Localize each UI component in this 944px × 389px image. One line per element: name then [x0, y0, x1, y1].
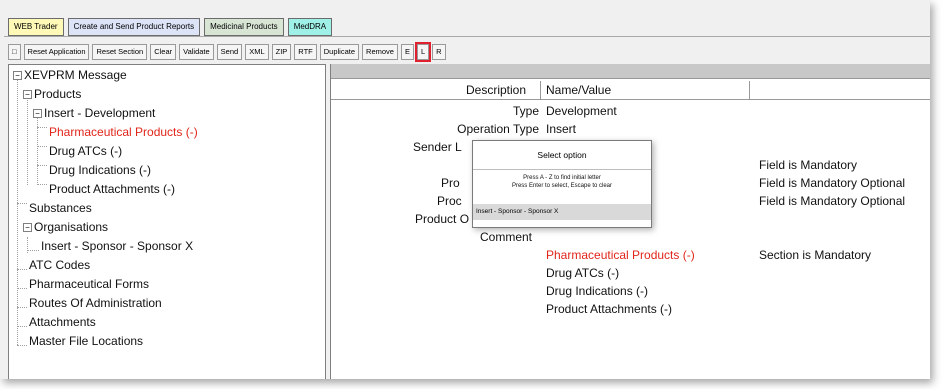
- tree-connector: [17, 203, 27, 204]
- tree-panel: − XEVPRM Message − Products − Insert - D…: [8, 64, 326, 379]
- tree-connector: [27, 93, 28, 185]
- e-button[interactable]: E: [400, 44, 414, 60]
- tree-connector: [17, 77, 18, 345]
- type-value: Development: [546, 104, 617, 118]
- operation-type-value: Insert: [546, 122, 577, 136]
- product-o-label-partial: Product O: [415, 212, 470, 226]
- operation-type-label: Operation Type: [457, 122, 539, 136]
- remove-button[interactable]: Remove: [362, 44, 398, 60]
- detail-header-row: Description Name/Value: [331, 81, 930, 100]
- column-separator: [749, 81, 750, 99]
- tree-connector: [37, 184, 47, 185]
- pro-label-partial: Pro: [441, 176, 460, 190]
- tree-connector: [17, 326, 27, 327]
- tab-meddra[interactable]: MedDRA: [287, 18, 333, 36]
- collapse-toggle-icon[interactable]: −: [23, 223, 32, 232]
- tree-connector: [37, 146, 47, 147]
- column-separator: [540, 81, 541, 99]
- detail-panel-top-bar: [331, 64, 930, 79]
- toolbar: □ Reset Application Reset Section Clear …: [8, 42, 446, 62]
- application-window: WEB Trader Create and Send Product Repor…: [0, 0, 930, 379]
- tree-connector: [17, 307, 27, 308]
- tree-item-insert-development[interactable]: Insert - Development: [44, 105, 155, 121]
- tree-connector: [37, 109, 38, 185]
- tab-create-and-send-product-reports[interactable]: Create and Send Product Reports: [67, 18, 201, 36]
- tree-connector: [27, 250, 39, 251]
- tree-item-drug-atcs[interactable]: Drug ATCs (-): [49, 143, 122, 159]
- tab-divider: [4, 36, 930, 37]
- tab-web-trader[interactable]: WEB Trader: [8, 18, 64, 36]
- popup-title: Select option: [473, 141, 651, 170]
- comment-label: Comment: [480, 230, 533, 244]
- reset-application-button[interactable]: Reset Application: [23, 44, 90, 60]
- sub-pharmaceutical-products[interactable]: Pharmaceutical Products (-): [546, 246, 695, 264]
- tree-item-routes-of-administration[interactable]: Routes Of Administration: [29, 295, 162, 311]
- tree-item-atc-codes[interactable]: ATC Codes: [29, 257, 90, 273]
- r-button[interactable]: R: [432, 44, 446, 60]
- tree-connector: [37, 127, 47, 128]
- sub-product-attachments[interactable]: Product Attachments (-): [546, 300, 672, 318]
- field-optional-note: Field is Mandatory Optional: [759, 176, 906, 190]
- field-optional-note: Field is Mandatory Optional: [759, 194, 906, 208]
- tree-connector: [17, 288, 27, 289]
- send-button[interactable]: Send: [216, 44, 243, 60]
- type-label: Type: [512, 104, 539, 118]
- validate-button[interactable]: Validate: [179, 44, 214, 60]
- clear-button[interactable]: Clear: [150, 44, 177, 60]
- popup-option-insert-sponsor[interactable]: Insert - Sponsor - Sponsor X: [473, 204, 651, 220]
- collapse-button[interactable]: □: [8, 44, 21, 60]
- tree-item-pharmaceutical-products[interactable]: Pharmaceutical Products (-): [49, 124, 198, 140]
- duplicate-button[interactable]: Duplicate: [319, 44, 360, 60]
- tree-connector: [17, 269, 27, 270]
- l-button[interactable]: L: [414, 42, 432, 62]
- tree-item-substances[interactable]: Substances: [29, 200, 92, 216]
- collapse-toggle-icon[interactable]: −: [13, 71, 22, 80]
- xml-button[interactable]: XML: [245, 44, 269, 60]
- sender-label-partial: Sender L: [413, 140, 462, 154]
- popup-help-text: Press A - Z to find initial letter Press…: [473, 174, 651, 190]
- tree-connector: [37, 165, 47, 166]
- rtf-button[interactable]: RTF: [294, 44, 317, 60]
- tree-item-organisations[interactable]: Organisations: [34, 219, 108, 235]
- collapse-toggle-icon[interactable]: −: [23, 90, 32, 99]
- popup-help-line: Press A - Z to find initial letter: [523, 175, 601, 181]
- header-description: Description: [466, 83, 527, 97]
- tree-item-attachments[interactable]: Attachments: [29, 314, 96, 330]
- zip-button[interactable]: ZIP: [271, 44, 292, 60]
- section-mandatory-note: Section is Mandatory: [759, 248, 872, 262]
- proc-label-partial: Proc: [437, 194, 462, 208]
- tree-item-xevprm-message[interactable]: XEVPRM Message: [24, 67, 127, 83]
- tree-item-pharmaceutical-forms[interactable]: Pharmaceutical Forms: [29, 276, 149, 292]
- tree-item-insert-sponsor[interactable]: Insert - Sponsor - Sponsor X: [41, 238, 193, 254]
- collapse-toggle-icon[interactable]: −: [33, 109, 42, 118]
- sub-drug-atcs[interactable]: Drug ATCs (-): [546, 264, 619, 282]
- tree-item-product-attachments[interactable]: Product Attachments (-): [49, 181, 175, 197]
- sub-drug-indications[interactable]: Drug Indications (-): [546, 282, 648, 300]
- reset-section-button[interactable]: Reset Section: [92, 44, 148, 60]
- select-option-popup: Select option Press A - Z to find initia…: [472, 140, 652, 228]
- header-name-value: Name/Value: [546, 83, 612, 97]
- tab-medicinal-products[interactable]: Medicinal Products: [204, 18, 284, 36]
- field-mandatory-note: Field is Mandatory: [759, 158, 858, 172]
- tree-item-products[interactable]: Products: [34, 86, 81, 102]
- tab-strip: WEB Trader Create and Send Product Repor…: [8, 18, 333, 36]
- tree-connector: [17, 345, 27, 346]
- tree-item-drug-indications[interactable]: Drug Indications (-): [49, 162, 151, 178]
- tree-item-master-file-locations[interactable]: Master File Locations: [29, 333, 143, 349]
- popup-help-line: Press Enter to select, Escape to clear: [511, 183, 613, 189]
